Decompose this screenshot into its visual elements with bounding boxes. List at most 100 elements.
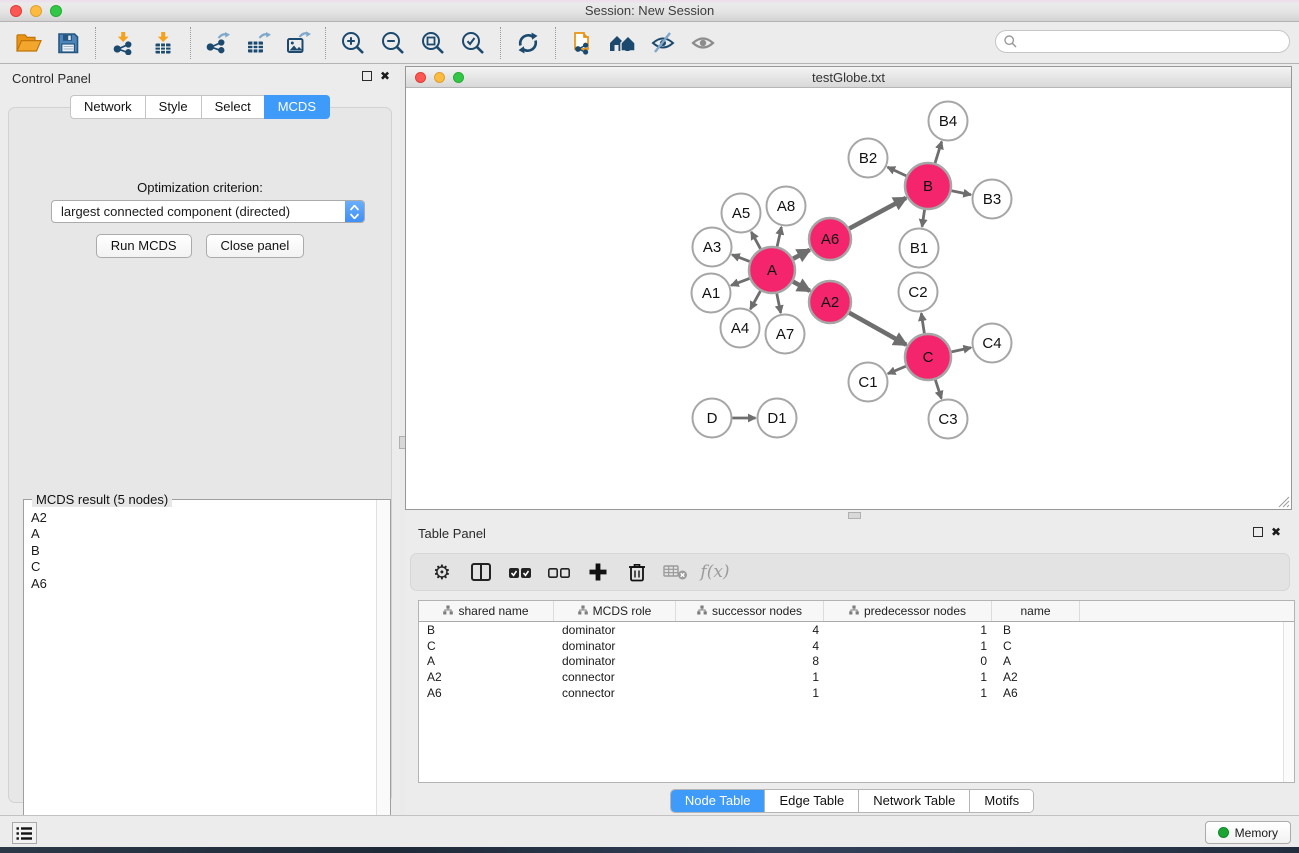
cell-shared_name[interactable]: A6 xyxy=(419,686,554,700)
cell-mcds_role[interactable]: connector xyxy=(554,686,676,700)
tab-select[interactable]: Select xyxy=(201,95,264,119)
cell-successor_nodes[interactable]: 4 xyxy=(676,623,824,637)
cell-shared_name[interactable]: A2 xyxy=(419,670,554,684)
column-header-name[interactable]: name xyxy=(992,601,1080,621)
float-table-panel-icon[interactable] xyxy=(1253,527,1263,537)
graph-edge-A-A2[interactable] xyxy=(793,282,810,291)
cell-mcds_role[interactable]: connector xyxy=(554,670,676,684)
cell-predecessor_nodes[interactable]: 1 xyxy=(824,670,992,684)
cell-successor_nodes[interactable]: 4 xyxy=(676,639,824,653)
graph-node-C3[interactable]: C3 xyxy=(929,400,968,439)
export-network-icon[interactable] xyxy=(198,25,238,61)
graph-edge-A-A6[interactable] xyxy=(793,250,810,259)
cell-name[interactable]: B xyxy=(992,623,1080,637)
table-row[interactable]: Adominator80A xyxy=(419,653,1294,669)
tab-motifs[interactable]: Motifs xyxy=(970,790,1033,812)
save-session-icon[interactable] xyxy=(48,25,88,61)
select-all-checks-icon[interactable] xyxy=(507,558,533,586)
graph-edge-C-C3[interactable] xyxy=(935,380,941,399)
function-builder-icon[interactable]: f(x) xyxy=(702,558,728,586)
tab-network[interactable]: Network xyxy=(70,95,145,119)
zoom-in-icon[interactable] xyxy=(333,25,373,61)
graph-edge-B-B4[interactable] xyxy=(935,142,942,164)
cell-mcds_role[interactable]: dominator xyxy=(554,654,676,668)
cell-shared_name[interactable]: A xyxy=(419,654,554,668)
mcds-result-item[interactable]: B xyxy=(31,543,375,559)
tab-node-table[interactable]: Node Table xyxy=(671,790,766,812)
float-panel-icon[interactable] xyxy=(362,71,372,81)
graph-edge-A2-C[interactable] xyxy=(849,313,906,345)
criterion-select[interactable]: largest connected component (directed) xyxy=(51,200,365,223)
table-row[interactable]: Bdominator41B xyxy=(419,622,1294,638)
cell-successor_nodes[interactable]: 1 xyxy=(676,670,824,684)
column-visibility-icon[interactable] xyxy=(468,558,494,586)
graph-node-A5[interactable]: A5 xyxy=(722,194,761,233)
graph-node-B1[interactable]: B1 xyxy=(900,229,939,268)
cell-predecessor_nodes[interactable]: 1 xyxy=(824,686,992,700)
import-table-icon[interactable] xyxy=(143,25,183,61)
search-field[interactable] xyxy=(995,30,1290,53)
cell-name[interactable]: A6 xyxy=(992,686,1080,700)
graph-edge-A-A1[interactable] xyxy=(731,278,749,285)
cell-name[interactable]: A xyxy=(992,654,1080,668)
graph-node-C[interactable]: C xyxy=(905,334,951,380)
cell-predecessor_nodes[interactable]: 1 xyxy=(824,623,992,637)
graph-node-B3[interactable]: B3 xyxy=(973,180,1012,219)
mcds-result-item[interactable]: A6 xyxy=(31,576,375,592)
table-scrollbar[interactable] xyxy=(1283,622,1294,782)
graph-edge-A-A5[interactable] xyxy=(751,232,760,249)
table-row[interactable]: Cdominator41C xyxy=(419,638,1294,654)
graph-node-A[interactable]: A xyxy=(749,247,795,293)
cell-predecessor_nodes[interactable]: 0 xyxy=(824,654,992,668)
mcds-result-list[interactable]: A2ABCA6 xyxy=(25,506,375,837)
cell-successor_nodes[interactable]: 8 xyxy=(676,654,824,668)
graph-node-D1[interactable]: D1 xyxy=(758,399,797,438)
graph-node-C1[interactable]: C1 xyxy=(849,363,888,402)
graph-node-B2[interactable]: B2 xyxy=(849,139,888,178)
close-panel-icon[interactable]: ✖ xyxy=(380,71,390,81)
tab-edge-table[interactable]: Edge Table xyxy=(765,790,859,812)
table-row[interactable]: A2connector11A2 xyxy=(419,669,1294,685)
horizontal-splitter-grip[interactable] xyxy=(848,512,861,519)
graph-edge-C-C4[interactable] xyxy=(951,348,971,352)
show-graphics-details-icon[interactable] xyxy=(683,25,723,61)
cell-name[interactable]: C xyxy=(992,639,1080,653)
delete-column-icon[interactable] xyxy=(624,558,650,586)
column-header-predecessor_nodes[interactable]: predecessor nodes xyxy=(824,601,992,621)
graph-node-D[interactable]: D xyxy=(693,399,732,438)
graph-node-C2[interactable]: C2 xyxy=(899,273,938,312)
close-panel-button[interactable]: Close panel xyxy=(206,234,305,258)
column-header-shared_name[interactable]: shared name xyxy=(419,601,554,621)
mcds-result-scrollbar[interactable] xyxy=(376,500,390,838)
cell-shared_name[interactable]: B xyxy=(419,623,554,637)
graph-edge-A-A4[interactable] xyxy=(750,291,760,309)
delete-table-icon[interactable] xyxy=(663,558,689,586)
graph-node-A1[interactable]: A1 xyxy=(692,274,731,313)
graph-node-B[interactable]: B xyxy=(905,163,951,209)
graph-node-B4[interactable]: B4 xyxy=(929,102,968,141)
graph-edge-B-B3[interactable] xyxy=(952,191,971,195)
cell-name[interactable]: A2 xyxy=(992,670,1080,684)
graph-edge-A-A8[interactable] xyxy=(777,227,781,247)
clone-network-icon[interactable] xyxy=(563,25,603,61)
memory-button[interactable]: Memory xyxy=(1205,821,1291,844)
home-icon[interactable] xyxy=(603,25,643,61)
horizontal-splitter[interactable] xyxy=(405,510,1299,520)
column-header-successor_nodes[interactable]: successor nodes xyxy=(676,601,824,621)
select-stepper-icon[interactable] xyxy=(345,200,364,223)
graph-node-A7[interactable]: A7 xyxy=(766,315,805,354)
graph-node-A8[interactable]: A8 xyxy=(767,187,806,226)
tab-mcds[interactable]: MCDS xyxy=(264,95,330,119)
network-window-titlebar[interactable]: testGlobe.txt xyxy=(406,67,1291,88)
cell-mcds_role[interactable]: dominator xyxy=(554,639,676,653)
graph-edge-C-C2[interactable] xyxy=(921,313,924,333)
export-table-icon[interactable] xyxy=(238,25,278,61)
graph-node-A3[interactable]: A3 xyxy=(693,228,732,267)
open-file-icon[interactable] xyxy=(8,25,48,61)
column-header-mcds_role[interactable]: MCDS role xyxy=(554,601,676,621)
table-settings-icon[interactable]: ⚙ xyxy=(429,558,455,586)
graph-node-A6[interactable]: A6 xyxy=(809,218,851,260)
tab-style[interactable]: Style xyxy=(145,95,201,119)
cell-predecessor_nodes[interactable]: 1 xyxy=(824,639,992,653)
graph-edge-B-B1[interactable] xyxy=(922,210,924,227)
